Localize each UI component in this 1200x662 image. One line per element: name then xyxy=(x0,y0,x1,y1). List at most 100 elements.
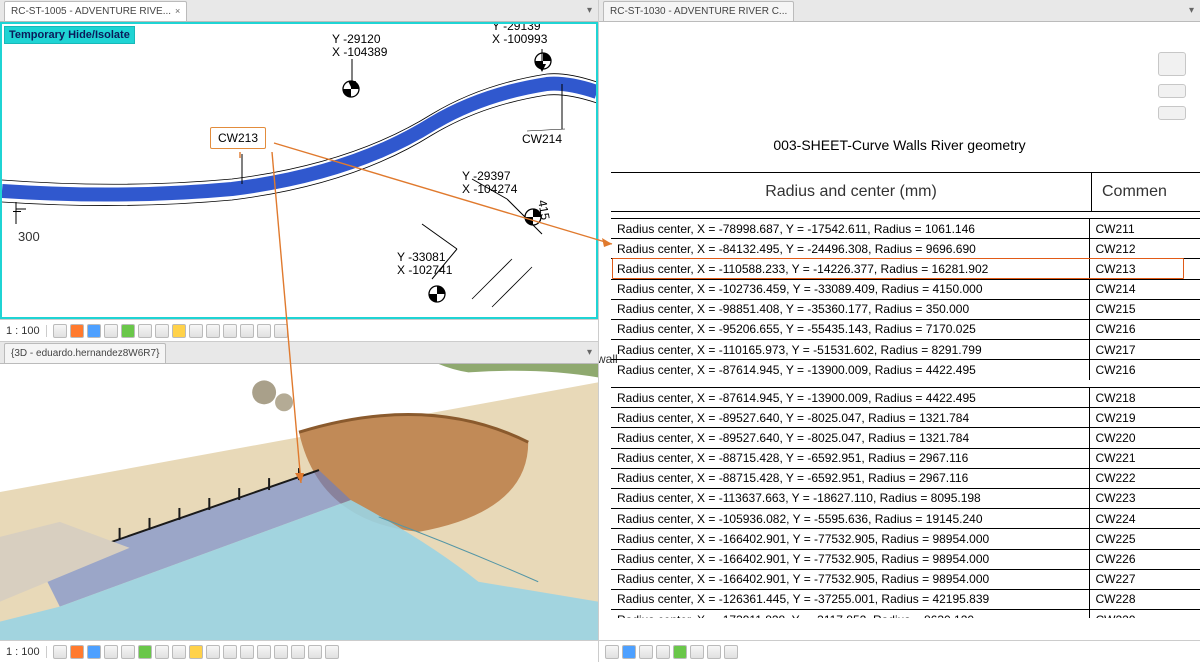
plan-view[interactable]: Temporary Hide/Isolate Y xyxy=(0,22,598,319)
vc-icon[interactable] xyxy=(104,645,118,659)
table-row[interactable]: Radius center, X = -89527.640, Y = -8025… xyxy=(611,408,1200,428)
cell-code: CW216 xyxy=(1089,360,1200,380)
table-row[interactable]: Radius center, X = -78998.687, Y = -1754… xyxy=(611,219,1200,239)
table-row[interactable]: Radius center, X = -84132.495, Y = -2449… xyxy=(611,239,1200,259)
vc-icon[interactable] xyxy=(172,645,186,659)
table-row[interactable]: Radius center, X = -87614.945, Y = -1390… xyxy=(611,388,1200,408)
vc-icon[interactable] xyxy=(70,324,84,338)
tab-3d[interactable]: {3D - eduardo.hernandez8W6R7} xyxy=(4,343,166,363)
view-scale[interactable]: 1 : 100 xyxy=(6,646,47,658)
cell-code: CW216 xyxy=(1089,319,1200,339)
vc-icon[interactable] xyxy=(656,645,670,659)
table-row[interactable]: Radius center, X = -88715.428, Y = -6592… xyxy=(611,448,1200,468)
table-row[interactable]: Radius center, X = -88715.428, Y = -6592… xyxy=(611,468,1200,488)
sheet-view[interactable]: 003-SHEET-Curve Walls River geometry Rad… xyxy=(599,22,1200,640)
table-row[interactable]: Radius center, X = -166402.901, Y = -775… xyxy=(611,569,1200,589)
cell-radius-center: Radius center, X = -89527.640, Y = -8025… xyxy=(611,408,1089,428)
table-row[interactable]: Radius center, X = -87614.945, Y = -1390… xyxy=(611,360,1200,380)
cell-radius-center: Radius center, X = -88715.428, Y = -6592… xyxy=(611,468,1089,488)
chevron-down-icon[interactable]: ▾ xyxy=(587,347,592,358)
vc-icon[interactable] xyxy=(206,645,220,659)
vc-icon[interactable] xyxy=(639,645,653,659)
col-comment: Commen xyxy=(1091,173,1200,211)
table-row[interactable]: Radius center, X = -89527.640, Y = -8025… xyxy=(611,428,1200,448)
chevron-down-icon[interactable]: ▾ xyxy=(1189,5,1194,16)
table-row[interactable]: Radius center, X = -166402.901, Y = -775… xyxy=(611,529,1200,549)
vc-icon[interactable] xyxy=(690,645,704,659)
table-row[interactable]: Radius center, X = -126361.445, Y = -372… xyxy=(611,589,1200,609)
close-icon[interactable]: × xyxy=(175,6,180,16)
cell-code: CW218 xyxy=(1089,388,1200,408)
vc-icon[interactable] xyxy=(622,645,636,659)
dim-300: 300 xyxy=(18,229,40,244)
tab-label: RC-ST-1030 - ADVENTURE RIVER C... xyxy=(610,6,787,17)
vc-icon[interactable] xyxy=(155,645,169,659)
table-row[interactable]: Radius center, X = -98851.408, Y = -3536… xyxy=(611,299,1200,319)
vc-icon[interactable] xyxy=(274,324,288,338)
table-row[interactable]: Radius center, X = -173911.828, Y = -311… xyxy=(611,610,1200,618)
table-row[interactable]: Radius center, X = -110588.233, Y = -142… xyxy=(611,259,1200,279)
cell-code: CW229 xyxy=(1089,610,1200,618)
nav-tools xyxy=(1158,52,1186,120)
cell-radius-center: Radius center, X = -110165.973, Y = -515… xyxy=(611,340,1089,360)
vc-icon[interactable] xyxy=(240,324,254,338)
nav-cube-icon[interactable] xyxy=(1158,52,1186,76)
vc-icon[interactable] xyxy=(707,645,721,659)
chevron-down-icon[interactable]: ▾ xyxy=(587,5,592,16)
cell-code: CW224 xyxy=(1089,509,1200,529)
vc-icon[interactable] xyxy=(53,324,67,338)
vc-icon[interactable] xyxy=(206,324,220,338)
view-scale[interactable]: 1 : 100 xyxy=(6,325,47,337)
cell-radius-center: Radius center, X = -105936.082, Y = -559… xyxy=(611,509,1089,529)
cell-code: CW221 xyxy=(1089,448,1200,468)
vc-icon[interactable] xyxy=(605,645,619,659)
vc-icon[interactable] xyxy=(155,324,169,338)
cell-radius-center: Radius center, X = -166402.901, Y = -775… xyxy=(611,549,1089,569)
vc-icon[interactable] xyxy=(308,645,322,659)
vc-icon[interactable] xyxy=(291,645,305,659)
vc-icon[interactable] xyxy=(121,324,135,338)
vc-icon[interactable] xyxy=(104,324,118,338)
vc-icon[interactable] xyxy=(257,645,271,659)
vc-icon[interactable] xyxy=(53,645,67,659)
tab-label: RC-ST-1005 - ADVENTURE RIVE... xyxy=(11,6,171,17)
3d-view[interactable] xyxy=(0,364,598,640)
vc-icon[interactable] xyxy=(87,645,101,659)
vc-icon[interactable] xyxy=(189,324,203,338)
cell-code: CW219 xyxy=(1089,408,1200,428)
vc-icon[interactable] xyxy=(257,324,271,338)
vc-icon[interactable] xyxy=(138,324,152,338)
vc-icon[interactable] xyxy=(223,645,237,659)
vc-icon[interactable] xyxy=(223,324,237,338)
nav-tool-icon[interactable] xyxy=(1158,84,1186,98)
vc-icon[interactable] xyxy=(274,645,288,659)
vc-icon[interactable] xyxy=(724,645,738,659)
view-control-bar-bottom: 1 : 100 xyxy=(0,640,598,662)
table-row[interactable]: Radius center, X = -166402.901, Y = -775… xyxy=(611,549,1200,569)
cell-radius-center: Radius center, X = -126361.445, Y = -372… xyxy=(611,589,1089,609)
cell-radius-center: Radius center, X = -110588.233, Y = -142… xyxy=(611,259,1089,279)
nav-tool-icon[interactable] xyxy=(1158,106,1186,120)
tag-cw213[interactable]: CW213 xyxy=(210,127,266,149)
vc-icon[interactable] xyxy=(325,645,339,659)
cell-code: CW227 xyxy=(1089,569,1200,589)
table-body[interactable]: Radius center, X = -78998.687, Y = -1754… xyxy=(611,218,1200,618)
vc-icon[interactable] xyxy=(138,645,152,659)
table-row[interactable]: Radius center, X = -110165.973, Y = -515… xyxy=(611,340,1200,360)
table-row[interactable]: Radius center, X = -95206.655, Y = -5543… xyxy=(611,319,1200,339)
vc-icon[interactable] xyxy=(189,645,203,659)
vc-icon[interactable] xyxy=(121,645,135,659)
target-icon xyxy=(427,284,447,304)
vc-icon[interactable] xyxy=(172,324,186,338)
cell-radius-center: Radius center, X = -173911.828, Y = -311… xyxy=(611,610,1089,618)
tab-plan[interactable]: RC-ST-1005 - ADVENTURE RIVE... × xyxy=(4,1,187,21)
cell-code: CW217 xyxy=(1089,340,1200,360)
table-row[interactable]: Radius center, X = -105936.082, Y = -559… xyxy=(611,509,1200,529)
tab-sheet[interactable]: RC-ST-1030 - ADVENTURE RIVER C... xyxy=(603,1,794,21)
vc-icon[interactable] xyxy=(673,645,687,659)
table-row[interactable]: Radius center, X = -102736.459, Y = -330… xyxy=(611,279,1200,299)
table-row[interactable]: Radius center, X = -113637.663, Y = -186… xyxy=(611,488,1200,508)
vc-icon[interactable] xyxy=(240,645,254,659)
vc-icon[interactable] xyxy=(70,645,84,659)
vc-icon[interactable] xyxy=(87,324,101,338)
